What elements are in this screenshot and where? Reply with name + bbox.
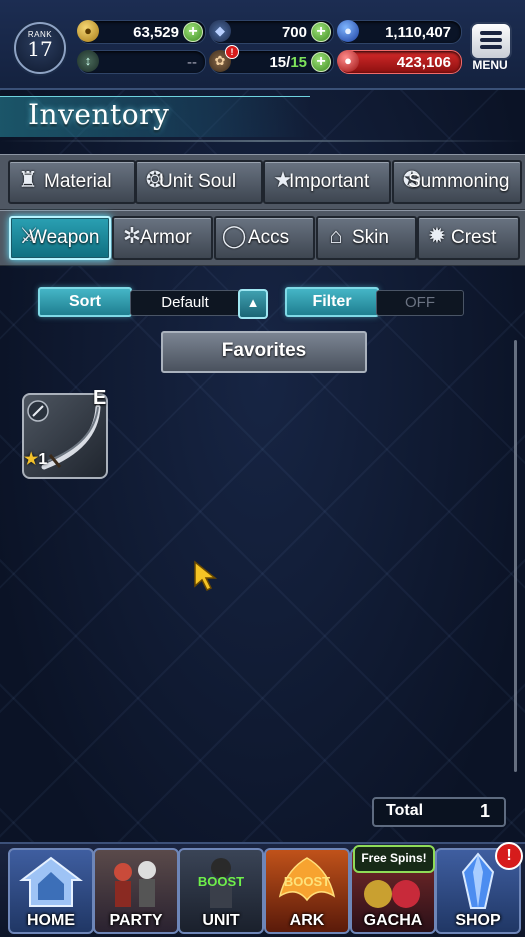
compass-icon: ↕	[77, 50, 99, 72]
tab-label: Accs	[248, 227, 290, 248]
capacity-alert-icon: !	[225, 45, 239, 59]
scrollbar[interactable]	[514, 340, 517, 772]
hanger-icon: ⌂	[329, 223, 343, 248]
tab-crest[interactable]: ✹ Crest	[417, 216, 520, 260]
filter-value[interactable]: OFF	[376, 290, 464, 316]
item-grade: E	[93, 387, 107, 409]
gil-value: 63,529	[133, 24, 179, 41]
crystal-counter: ◆ 700 +	[209, 20, 334, 44]
empty-value: --	[187, 54, 197, 71]
pointer-cursor-icon	[194, 560, 218, 592]
boost-badge: BOOST	[283, 874, 331, 889]
tab-armor[interactable]: ✲ Armor	[112, 216, 213, 260]
total-value: 1	[479, 801, 490, 821]
tab-label: Skin	[352, 227, 389, 248]
tab-skin[interactable]: ⌂ Skin	[316, 216, 417, 260]
capacity-value: 15/15	[269, 54, 307, 71]
crystal-icon: ◆	[209, 20, 231, 42]
red-orb-icon: ●	[337, 50, 359, 72]
gem-counter: ● 1,110,407	[337, 20, 462, 44]
energy-value: 423,106	[396, 54, 451, 71]
party-icon	[114, 861, 156, 907]
bag-icon: ♜	[18, 167, 38, 192]
coin-icon: ●	[77, 20, 99, 42]
tab-label: Weapon	[29, 227, 100, 248]
nav-label: ARK	[289, 912, 325, 929]
divider	[0, 140, 525, 142]
tab-label: Summoning	[408, 171, 510, 192]
boost-badge: BOOST	[197, 874, 245, 889]
triangle-up-icon: ▲	[246, 295, 260, 310]
nav-label: UNIT	[202, 912, 240, 929]
tab-label: Armor	[140, 227, 192, 248]
nav-label: HOME	[27, 912, 75, 929]
tab-label: Crest	[451, 227, 497, 248]
nav-label: PARTY	[109, 912, 163, 929]
item-rarity: ★1	[24, 451, 48, 468]
tab-summoning[interactable]: ✪ Summoning	[392, 160, 522, 204]
free-spins-tag: Free Spins!	[353, 845, 435, 873]
nav-party[interactable]: PARTY	[93, 848, 179, 934]
nav-label: GACHA	[363, 912, 423, 929]
empty-counter: ↕ --	[77, 50, 206, 74]
tab-weapon[interactable]: ⚔ Weapon	[9, 216, 111, 260]
blue-orb-icon: ●	[337, 20, 359, 42]
shop-alert-badge: !	[495, 842, 523, 870]
add-capacity-button[interactable]: +	[311, 52, 331, 72]
crest-icon: ✹	[427, 223, 447, 248]
gem-value: 1,110,407	[385, 24, 451, 41]
sort-button[interactable]: Sort	[38, 287, 132, 317]
rank-value: 17	[27, 37, 53, 61]
rank-badge: RANK 17	[14, 22, 66, 74]
page-title: Inventory	[28, 98, 170, 131]
nav-home[interactable]: HOME	[8, 848, 94, 934]
tab-label: Unit Soul	[159, 171, 237, 192]
ring-icon: ◯	[221, 223, 247, 248]
top-status-bar	[0, 0, 525, 90]
favorites-button[interactable]: Favorites	[161, 331, 367, 373]
tab-label: Important	[289, 171, 370, 192]
nav-label: SHOP	[455, 912, 501, 929]
tab-accs[interactable]: ◯ Accs	[214, 216, 315, 260]
total-label: Total	[386, 802, 424, 819]
tab-unit-soul[interactable]: ❂ Unit Soul	[135, 160, 263, 204]
tab-label: Material	[44, 171, 112, 192]
menu-label[interactable]: MENU	[466, 58, 514, 72]
sort-value[interactable]: Default	[130, 290, 240, 316]
crystal-value: 700	[281, 24, 307, 41]
tab-material[interactable]: ♜ Material	[8, 160, 136, 204]
add-gil-button[interactable]: +	[183, 22, 203, 42]
star-icon: ★	[24, 451, 39, 468]
gil-counter: ● 63,529 +	[77, 20, 206, 44]
sort-order-button[interactable]: ▲	[238, 289, 268, 319]
menu-button[interactable]	[470, 22, 512, 60]
total-counter: Total 1	[372, 797, 506, 827]
menu-icon	[480, 31, 502, 35]
filter-button[interactable]: Filter	[285, 287, 379, 317]
home-icon	[19, 856, 83, 907]
add-crystal-button[interactable]: +	[311, 22, 331, 42]
nav-ark[interactable]: BOOST ARK	[264, 848, 350, 934]
tab-important[interactable]: ★ Important	[263, 160, 391, 204]
energy-counter: ● 423,106	[337, 50, 462, 74]
nav-unit[interactable]: BOOST UNIT	[178, 848, 264, 934]
capacity-counter: ✿ ! 15/15 +	[209, 45, 334, 74]
